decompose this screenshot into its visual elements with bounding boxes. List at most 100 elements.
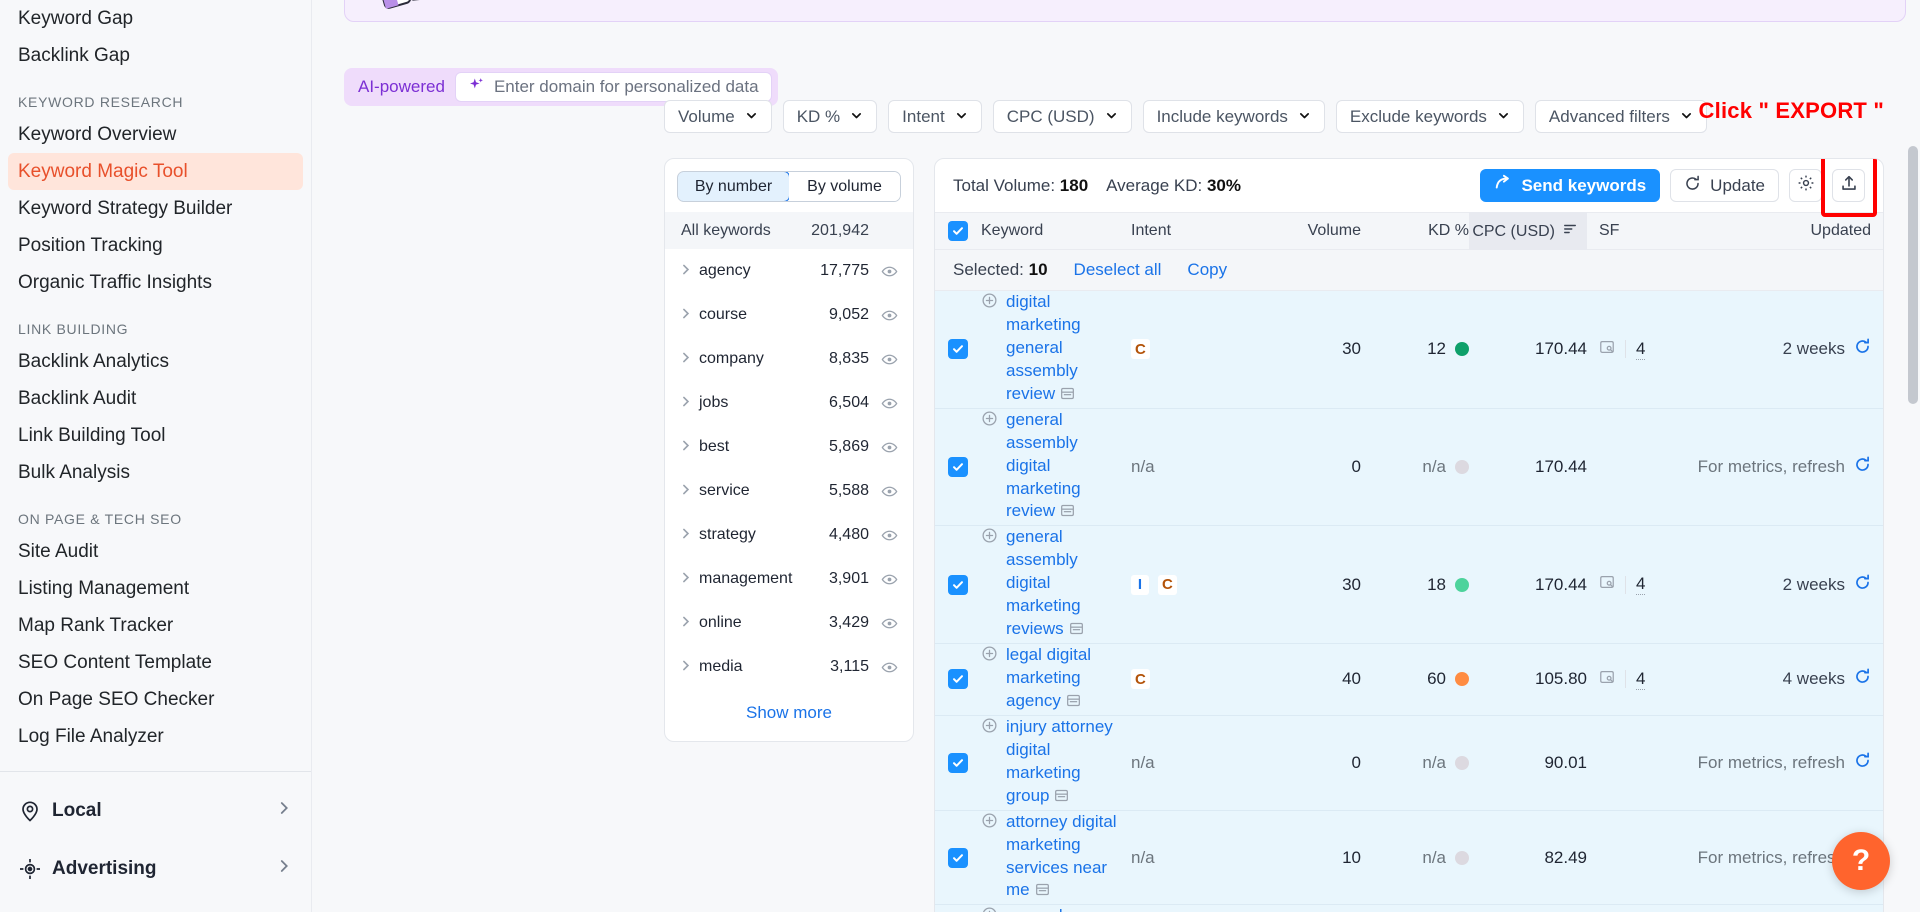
header-kd[interactable]: KD %	[1361, 222, 1469, 240]
sidebar-item-keyword-overview[interactable]: Keyword Overview	[0, 116, 311, 153]
domain-input[interactable]: Enter domain for personalized data	[454, 72, 772, 102]
sidebar-item-seo-content-template[interactable]: SEO Content Template	[0, 644, 311, 681]
group-row[interactable]: best 5,869	[665, 425, 913, 469]
intent-badge-c[interactable]: C	[1131, 339, 1150, 360]
eye-icon[interactable]	[881, 615, 898, 631]
table-row[interactable]: general assembly digital marketing cours…	[935, 905, 1883, 912]
sidebar-item-map-rank-tracker[interactable]: Map Rank Tracker	[0, 607, 311, 644]
table-row[interactable]: general assembly digital marketing revie…	[935, 408, 1883, 527]
add-keyword-icon[interactable]	[981, 527, 998, 549]
row-checkbox[interactable]	[935, 752, 981, 773]
sidebar-item-bulk-analysis[interactable]: Bulk Analysis	[0, 454, 311, 491]
group-row[interactable]: service 5,588	[665, 469, 913, 513]
add-keyword-icon[interactable]	[981, 292, 998, 314]
sidebar-group-advertising[interactable]: Advertising	[0, 840, 311, 898]
sidebar-item-backlink-gap[interactable]: Backlink Gap	[0, 37, 311, 74]
chevron-right-icon[interactable]	[679, 571, 699, 588]
filter-volume[interactable]: Volume	[664, 100, 772, 133]
filter-intent[interactable]: Intent	[888, 100, 982, 133]
serp-preview-icon[interactable]	[1054, 787, 1069, 810]
row-checkbox[interactable]	[935, 339, 981, 360]
row-checkbox[interactable]	[935, 574, 981, 595]
sidebar-item-listing-management[interactable]: Listing Management	[0, 570, 311, 607]
chevron-right-icon[interactable]	[679, 395, 699, 412]
intent-badge-c[interactable]: C	[1158, 574, 1177, 595]
chevron-right-icon[interactable]	[679, 439, 699, 456]
keyword-link[interactable]: general assembly digital marketing revie…	[1006, 526, 1121, 643]
table-row[interactable]: attorney digital marketing services near…	[935, 810, 1883, 906]
table-row[interactable]: injury attorney digital marketing group n…	[935, 715, 1883, 811]
sidebar-item-on-page-seo-checker[interactable]: On Page SEO Checker	[0, 681, 311, 718]
filter-advanced-filters[interactable]: Advanced filters	[1534, 100, 1707, 133]
chevron-right-icon[interactable]	[679, 351, 699, 368]
serp-preview-icon[interactable]	[1069, 620, 1084, 643]
vertical-scrollbar[interactable]	[1908, 146, 1918, 404]
eye-icon[interactable]	[881, 527, 898, 543]
header-sf[interactable]: SF	[1587, 222, 1693, 240]
add-keyword-icon[interactable]	[981, 410, 998, 432]
table-row[interactable]: digital marketing general assembly revie…	[935, 291, 1883, 409]
update-button[interactable]: Update	[1670, 169, 1779, 202]
eye-icon[interactable]	[881, 571, 898, 587]
copy-link[interactable]: Copy	[1187, 260, 1227, 280]
add-keyword-icon[interactable]	[981, 717, 998, 739]
deselect-all-link[interactable]: Deselect all	[1074, 260, 1162, 280]
row-refresh-icon[interactable]	[1854, 456, 1871, 478]
sidebar-item-backlink-analytics[interactable]: Backlink Analytics	[0, 343, 311, 380]
group-row[interactable]: online 3,429	[665, 601, 913, 645]
row-refresh-icon[interactable]	[1854, 752, 1871, 774]
header-updated[interactable]: Updated	[1693, 222, 1883, 240]
serp-preview-icon[interactable]	[1066, 692, 1081, 715]
header-cpc[interactable]: CPC (USD)	[1469, 212, 1587, 250]
sidebar-item-keyword-magic-tool[interactable]: Keyword Magic Tool	[8, 153, 303, 190]
keyword-link[interactable]: attorney digital marketing services near…	[1006, 811, 1121, 905]
header-intent[interactable]: Intent	[1131, 222, 1249, 240]
group-row[interactable]: management 3,901	[665, 557, 913, 601]
groups-tab-by-number[interactable]: By number	[678, 172, 790, 201]
serp-features-icon[interactable]	[1599, 574, 1615, 595]
sidebar-item-keyword-gap[interactable]: Keyword Gap	[0, 0, 311, 37]
chevron-right-icon[interactable]	[679, 659, 699, 676]
row-refresh-icon[interactable]	[1854, 338, 1871, 360]
serp-features-icon[interactable]	[1599, 339, 1615, 360]
select-all-checkbox[interactable]	[935, 221, 981, 241]
keyword-link[interactable]: general assembly digital marketing cours…	[1006, 905, 1121, 912]
header-volume[interactable]: Volume	[1249, 222, 1361, 240]
eye-icon[interactable]	[881, 263, 898, 279]
sidebar-item-keyword-strategy-builder[interactable]: Keyword Strategy Builder	[0, 190, 311, 227]
help-button[interactable]: ?	[1832, 832, 1890, 890]
group-row[interactable]: jobs 6,504	[665, 381, 913, 425]
group-row[interactable]: media 3,115	[665, 645, 913, 689]
eye-icon[interactable]	[881, 307, 898, 323]
keyword-link[interactable]: general assembly digital marketing revie…	[1006, 409, 1121, 526]
add-keyword-icon[interactable]	[981, 906, 998, 912]
eye-icon[interactable]	[881, 395, 898, 411]
serp-preview-icon[interactable]	[1035, 881, 1050, 904]
filter-kd-[interactable]: KD %	[782, 100, 878, 133]
keyword-link[interactable]: injury attorney digital marketing group	[1006, 716, 1121, 810]
row-checkbox[interactable]	[935, 847, 981, 868]
sidebar-item-organic-traffic-insights[interactable]: Organic Traffic Insights	[0, 264, 311, 301]
header-keyword[interactable]: Keyword	[981, 222, 1131, 240]
sidebar-item-position-tracking[interactable]: Position Tracking	[0, 227, 311, 264]
chevron-right-icon[interactable]	[679, 263, 699, 280]
eye-icon[interactable]	[881, 483, 898, 499]
sidebar-item-link-building-tool[interactable]: Link Building Tool	[0, 417, 311, 454]
filter-exclude-keywords[interactable]: Exclude keywords	[1335, 100, 1524, 133]
filter-include-keywords[interactable]: Include keywords	[1142, 100, 1325, 133]
serp-features-icon[interactable]	[1599, 669, 1615, 690]
row-checkbox[interactable]	[935, 669, 981, 690]
all-keywords-row[interactable]: All keywords 201,942	[665, 212, 913, 249]
chevron-right-icon[interactable]	[679, 615, 699, 632]
group-row[interactable]: strategy 4,480	[665, 513, 913, 557]
row-refresh-icon[interactable]	[1854, 574, 1871, 596]
chevron-right-icon[interactable]	[679, 527, 699, 544]
settings-button[interactable]	[1789, 169, 1822, 202]
intent-badge-i[interactable]: I	[1131, 574, 1149, 595]
export-button[interactable]	[1832, 169, 1865, 202]
groups-view-toggle[interactable]: By number By volume	[677, 171, 901, 202]
row-checkbox[interactable]	[935, 457, 981, 478]
sidebar-item-backlink-audit[interactable]: Backlink Audit	[0, 380, 311, 417]
table-row[interactable]: legal digital marketing agency C 40 60 105.8…	[935, 644, 1883, 716]
keyword-link[interactable]: digital marketing general assembly revie…	[1006, 291, 1121, 408]
